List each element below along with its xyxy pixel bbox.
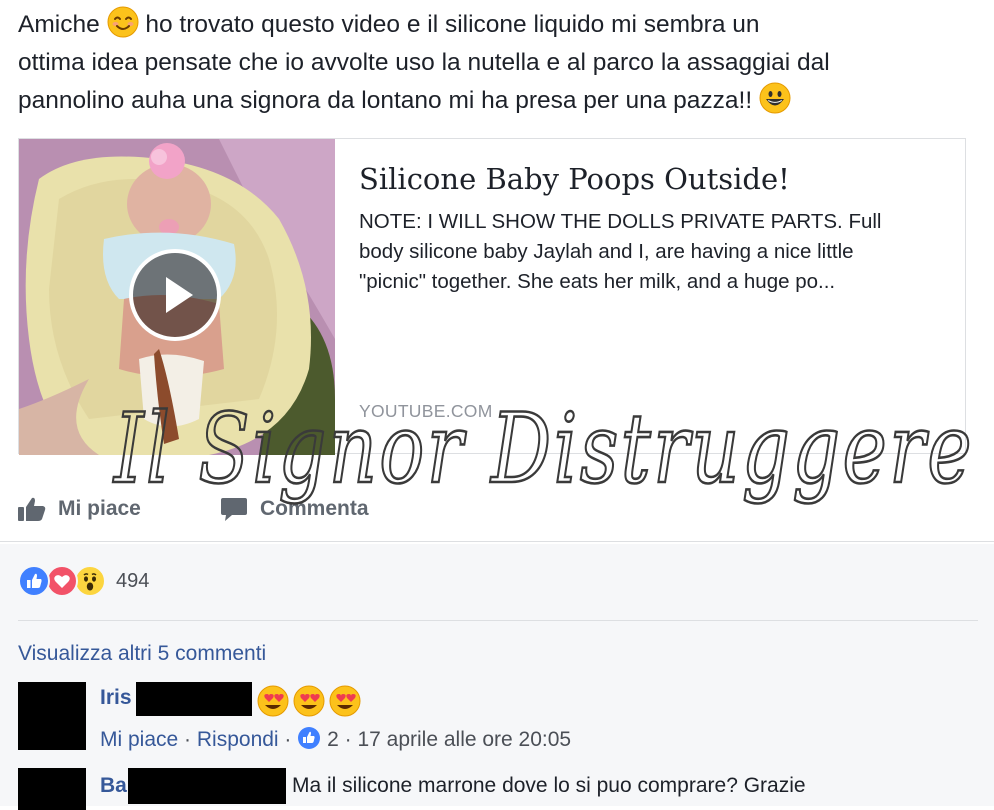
comment-item: Ba Ma il silicone marrone dove lo si puo…: [18, 768, 978, 810]
heart-eyes-emoji-icon: [257, 685, 361, 717]
link-preview-card[interactable]: Silicone Baby Poops Outside! NOTE: I WIL…: [18, 138, 966, 455]
post-text: Amiche ho trovato questo video e il sili…: [18, 6, 978, 120]
like-icon: [18, 565, 50, 597]
thumbs-up-icon: [18, 497, 46, 521]
grinning-face-emoji-icon: [759, 82, 791, 114]
redacted-name-block: [128, 768, 286, 804]
comment-icon: [221, 498, 247, 521]
avatar[interactable]: [18, 682, 86, 750]
comment-like-link[interactable]: Mi piace: [100, 728, 178, 751]
comment-reply-link[interactable]: Rispondi: [197, 728, 279, 751]
link-text: Silicone Baby Poops Outside! NOTE: I WIL…: [359, 159, 949, 297]
post-action-bar: Mi piace Commenta: [18, 488, 978, 532]
wow-icon: [74, 565, 106, 597]
action-divider: [0, 541, 994, 542]
reactions-summary[interactable]: 494: [18, 565, 149, 597]
post-line-1: Amiche ho trovato questo video e il sili…: [18, 6, 978, 44]
comment-like-count[interactable]: 2: [327, 728, 339, 751]
link-domain: YOUTUBE.COM: [359, 401, 493, 421]
comment-timestamp[interactable]: · 17 aprile alle ore 20:05: [339, 728, 571, 751]
video-thumbnail[interactable]: [19, 139, 335, 455]
comment-meta: Mi piace · Rispondi · 2 · 17 aprile alle…: [100, 727, 572, 751]
avatar[interactable]: [18, 768, 86, 810]
post-line-2: ottima idea pensate che io avvolte uso l…: [18, 49, 830, 76]
smiling-face-emoji-icon: [107, 6, 139, 38]
view-more-comments-link[interactable]: Visualizza altri 5 commenti: [18, 642, 266, 666]
reactions-divider: [18, 620, 978, 621]
love-icon: [46, 565, 78, 597]
play-button[interactable]: [129, 249, 221, 341]
comment-item: Iris Mi piace · Rispondi · 2 · 17 aprile…: [18, 682, 978, 752]
link-description: NOTE: I WILL SHOW THE DOLLS PRIVATE PART…: [359, 210, 882, 293]
post-line-3: pannolino auha una signora da lontano mi…: [18, 82, 978, 120]
link-title[interactable]: Silicone Baby Poops Outside!: [359, 159, 949, 199]
comment-like-icon: [298, 727, 321, 749]
comment-author-name[interactable]: Ba: [100, 774, 127, 798]
comment-author-name[interactable]: Iris: [100, 686, 132, 710]
comment-button[interactable]: Commenta: [220, 496, 369, 522]
reaction-count[interactable]: 494: [116, 570, 149, 593]
redacted-name-block: [136, 682, 252, 716]
like-button[interactable]: Mi piace: [18, 496, 141, 522]
play-icon: [166, 277, 193, 313]
comment-text: Ma il silicone marrone dove lo si puo co…: [292, 774, 806, 797]
